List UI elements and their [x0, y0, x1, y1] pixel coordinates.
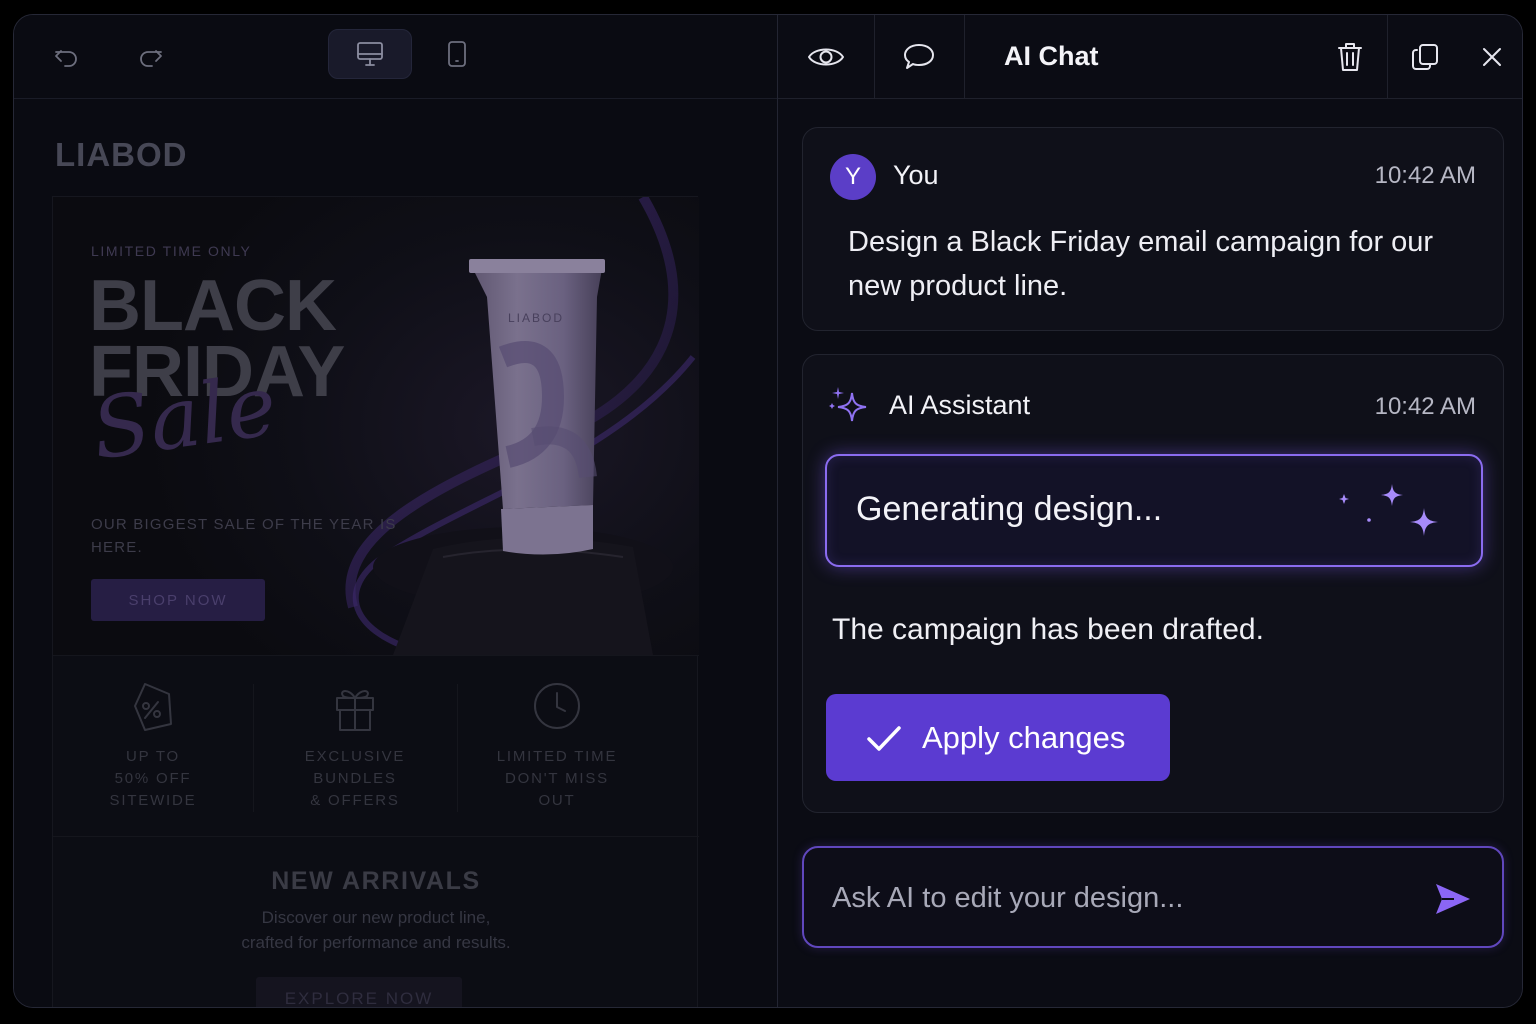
message-text: Design a Black Friday email campaign for… [848, 226, 1434, 302]
email-editor: LIABOD LIABOD LIMITED TIME ONLY BLACK FR… [14, 15, 777, 1007]
hero-kicker: LIMITED TIME ONLY [91, 243, 252, 259]
trash-icon [1338, 43, 1362, 71]
copy-button[interactable] [1388, 15, 1462, 99]
close-button[interactable] [1462, 15, 1522, 99]
message-text: The campaign has been drafted. [832, 613, 1264, 646]
chat-header: AI Chat [778, 15, 1522, 99]
arrivals-title: NEW ARRIVALS [271, 867, 481, 895]
feature-text: LIMITED TIME DON'T MISS OUT [496, 748, 618, 809]
brand-logo: LIABOD [55, 136, 188, 173]
ai-chat-panel: AI Chat Y You 10:42 AM Design a Black Fr… [777, 15, 1522, 1007]
redo-button[interactable] [129, 35, 173, 79]
redo-icon [140, 50, 162, 67]
delete-chat-button[interactable] [1312, 15, 1388, 99]
arrivals-text: Discover our new product line, crafted f… [241, 908, 511, 952]
mobile-view-button[interactable] [436, 33, 478, 75]
features-row[interactable]: UP TO 50% OFF SITEWIDE EXCLUSIVE BUNDLES… [53, 655, 699, 837]
undo-icon [55, 50, 77, 67]
sparkles-icon [829, 387, 867, 422]
design-canvas[interactable]: LIABOD LIABOD LIMITED TIME ONLY BLACK FR… [14, 100, 777, 1007]
chat-input[interactable] [832, 878, 1392, 918]
clock-icon [534, 683, 580, 729]
chat-title: AI Chat [1004, 41, 1099, 71]
message-author: AI Assistant [889, 390, 1031, 420]
feature-text: EXCLUSIVE BUNDLES & OFFERS [304, 748, 406, 809]
message-time: 10:42 AM [1374, 393, 1476, 420]
feature-limited: LIMITED TIME DON'T MISS OUT [457, 656, 657, 838]
product-label: LIABOD [508, 311, 564, 325]
explore-now-button[interactable]: EXPLORE NOW [256, 977, 462, 1007]
checkmark-icon [867, 725, 901, 751]
close-icon [1483, 48, 1501, 66]
generating-text: Generating design... [856, 490, 1163, 528]
email-preview[interactable]: LIABOD LIMITED TIME ONLY BLACK FRIDAY Sa… [52, 196, 699, 1007]
editor-toolbar [14, 15, 777, 99]
apply-changes-label: Apply changes [922, 719, 1126, 755]
feature-discount: UP TO 50% OFF SITEWIDE [53, 656, 253, 838]
user-message: Y You 10:42 AM Design a Black Friday ema… [802, 127, 1504, 331]
avatar: Y [830, 154, 876, 200]
hero-section[interactable]: LIABOD LIMITED TIME ONLY BLACK FRIDAY Sa… [53, 197, 699, 655]
message-author: You [893, 160, 939, 190]
hero-title-line1: BLACK [89, 266, 337, 346]
sparkles-icon [1339, 484, 1438, 536]
feature-text: UP TO 50% OFF SITEWIDE [109, 748, 197, 809]
feature-bundles: EXCLUSIVE BUNDLES & OFFERS [253, 656, 457, 838]
mobile-icon [448, 41, 466, 67]
send-button[interactable] [1432, 878, 1474, 920]
comments-button[interactable] [874, 15, 964, 99]
desktop-view-button[interactable] [328, 29, 412, 79]
message-time: 10:42 AM [1374, 162, 1476, 189]
shop-now-button[interactable]: SHOP NOW [91, 579, 265, 621]
copy-icon [1412, 44, 1438, 70]
hero-subtitle: OUR BIGGEST SALE OF THE YEAR IS HERE. [91, 516, 397, 556]
app-window: LIABOD LIABOD LIMITED TIME ONLY BLACK FR… [13, 14, 1523, 1008]
undo-button[interactable] [44, 35, 88, 79]
preview-button[interactable] [778, 15, 874, 99]
eye-icon [808, 48, 844, 66]
gift-icon [336, 690, 374, 731]
apply-changes-button[interactable]: Apply changes [826, 694, 1170, 781]
comment-icon [904, 44, 934, 69]
generating-status: Generating design... [825, 454, 1483, 567]
header-divider [964, 15, 965, 99]
assistant-message: AI Assistant 10:42 AM Generating design.… [802, 354, 1504, 813]
chat-input-box [802, 846, 1504, 948]
send-icon [1436, 884, 1470, 914]
desktop-icon [357, 42, 383, 66]
percent-tag-icon [134, 683, 172, 731]
